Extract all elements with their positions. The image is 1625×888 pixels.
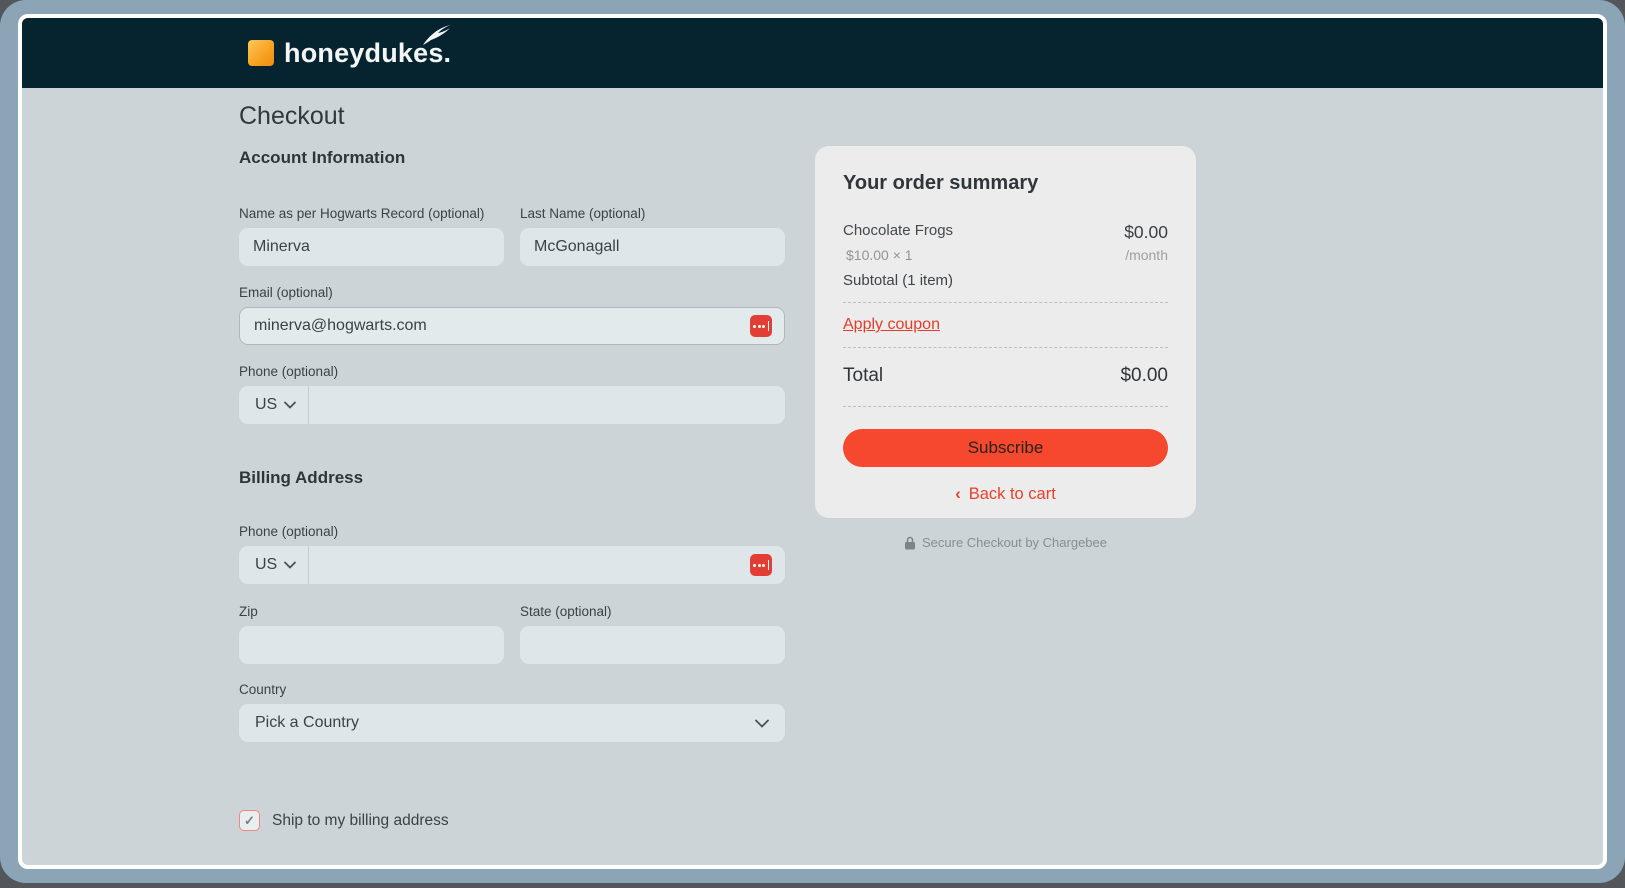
- order-summary-title: Your order summary: [843, 172, 1039, 194]
- subscribe-button[interactable]: Subscribe: [843, 429, 1168, 467]
- dashed-divider: [843, 302, 1168, 303]
- first-name-input[interactable]: [239, 228, 504, 266]
- billing-address-heading: Billing Address: [239, 468, 364, 487]
- account-information-heading: Account Information: [239, 148, 406, 167]
- ship-to-billing-checkbox-row[interactable]: ✓ Ship to my billing address: [239, 810, 449, 831]
- logo-square-icon: [248, 40, 274, 66]
- order-item-subrow: $10.00 × 1 /month: [843, 247, 1168, 263]
- country-label: Country: [239, 682, 287, 697]
- secure-checkout-text: Secure Checkout by Chargebee: [921, 535, 1107, 550]
- last-name-input[interactable]: [520, 228, 785, 266]
- order-item-row: Chocolate Frogs $0.00: [843, 222, 1168, 243]
- email-input[interactable]: [239, 307, 785, 345]
- brand-logo: honeydukes.: [248, 24, 452, 69]
- order-item-name: Chocolate Frogs: [843, 222, 954, 239]
- account-phone-input[interactable]: [309, 386, 785, 424]
- site-header: honeydukes.: [22, 18, 1603, 88]
- account-phone-label: Phone (optional): [239, 364, 339, 379]
- chevron-down-icon: [755, 719, 769, 728]
- order-item-amount: $0.00: [1124, 222, 1168, 242]
- account-phone-country-code: US: [255, 396, 278, 413]
- first-name-label: Name as per Hogwarts Record (optional): [239, 206, 485, 221]
- quill-icon: [423, 24, 452, 45]
- lock-icon: [904, 536, 915, 549]
- country-selected-value: Pick a Country: [255, 714, 360, 731]
- dashed-divider: [843, 406, 1168, 407]
- account-phone-field: US: [239, 386, 785, 424]
- total-value: $0.00: [1120, 365, 1168, 386]
- state-label: State (optional): [520, 604, 612, 619]
- order-item-unit-line: $10.00 × 1: [846, 247, 913, 263]
- checkout-content: Checkout Account Information Name as per…: [22, 88, 1603, 865]
- secure-checkout-note: Secure Checkout by Chargebee: [815, 535, 1196, 550]
- billing-phone-field: US: [239, 546, 785, 584]
- back-to-cart-label: Back to cart: [968, 485, 1056, 503]
- apply-coupon-link[interactable]: Apply coupon: [843, 316, 940, 334]
- order-summary-panel: Your order summary Chocolate Frogs $0.00…: [815, 146, 1196, 518]
- page-title: Checkout: [239, 102, 345, 130]
- back-chevron-icon: ‹: [955, 485, 961, 503]
- account-phone-country-select[interactable]: US: [239, 386, 310, 424]
- billing-phone-country-code: US: [255, 556, 278, 573]
- country-select[interactable]: Pick a Country: [239, 704, 785, 742]
- password-manager-icon[interactable]: [750, 554, 772, 576]
- ship-to-billing-label: Ship to my billing address: [272, 811, 449, 829]
- chevron-down-icon: [284, 561, 297, 569]
- billing-phone-input[interactable]: [309, 546, 785, 584]
- state-input[interactable]: [520, 626, 785, 664]
- billing-phone-label: Phone (optional): [239, 524, 339, 539]
- zip-input[interactable]: [239, 626, 504, 664]
- billing-phone-country-select[interactable]: US: [239, 546, 310, 584]
- ship-to-billing-checkbox[interactable]: ✓: [239, 810, 260, 831]
- email-label: Email (optional): [239, 285, 333, 300]
- last-name-label: Last Name (optional): [520, 206, 646, 221]
- zip-label: Zip: [239, 604, 258, 619]
- subtotal-label: Subtotal (1 item): [843, 272, 954, 289]
- chevron-down-icon: [284, 401, 297, 409]
- password-manager-icon[interactable]: [750, 315, 772, 337]
- browser-frame: honeydukes. Checkout Account Information…: [0, 0, 1625, 883]
- dashed-divider: [843, 347, 1168, 348]
- total-row: Total $0.00: [843, 361, 1168, 393]
- order-item-period: /month: [1125, 247, 1168, 263]
- back-to-cart-link[interactable]: ‹ Back to cart: [843, 485, 1168, 504]
- total-label: Total: [843, 365, 884, 386]
- checkout-window: honeydukes. Checkout Account Information…: [18, 14, 1607, 869]
